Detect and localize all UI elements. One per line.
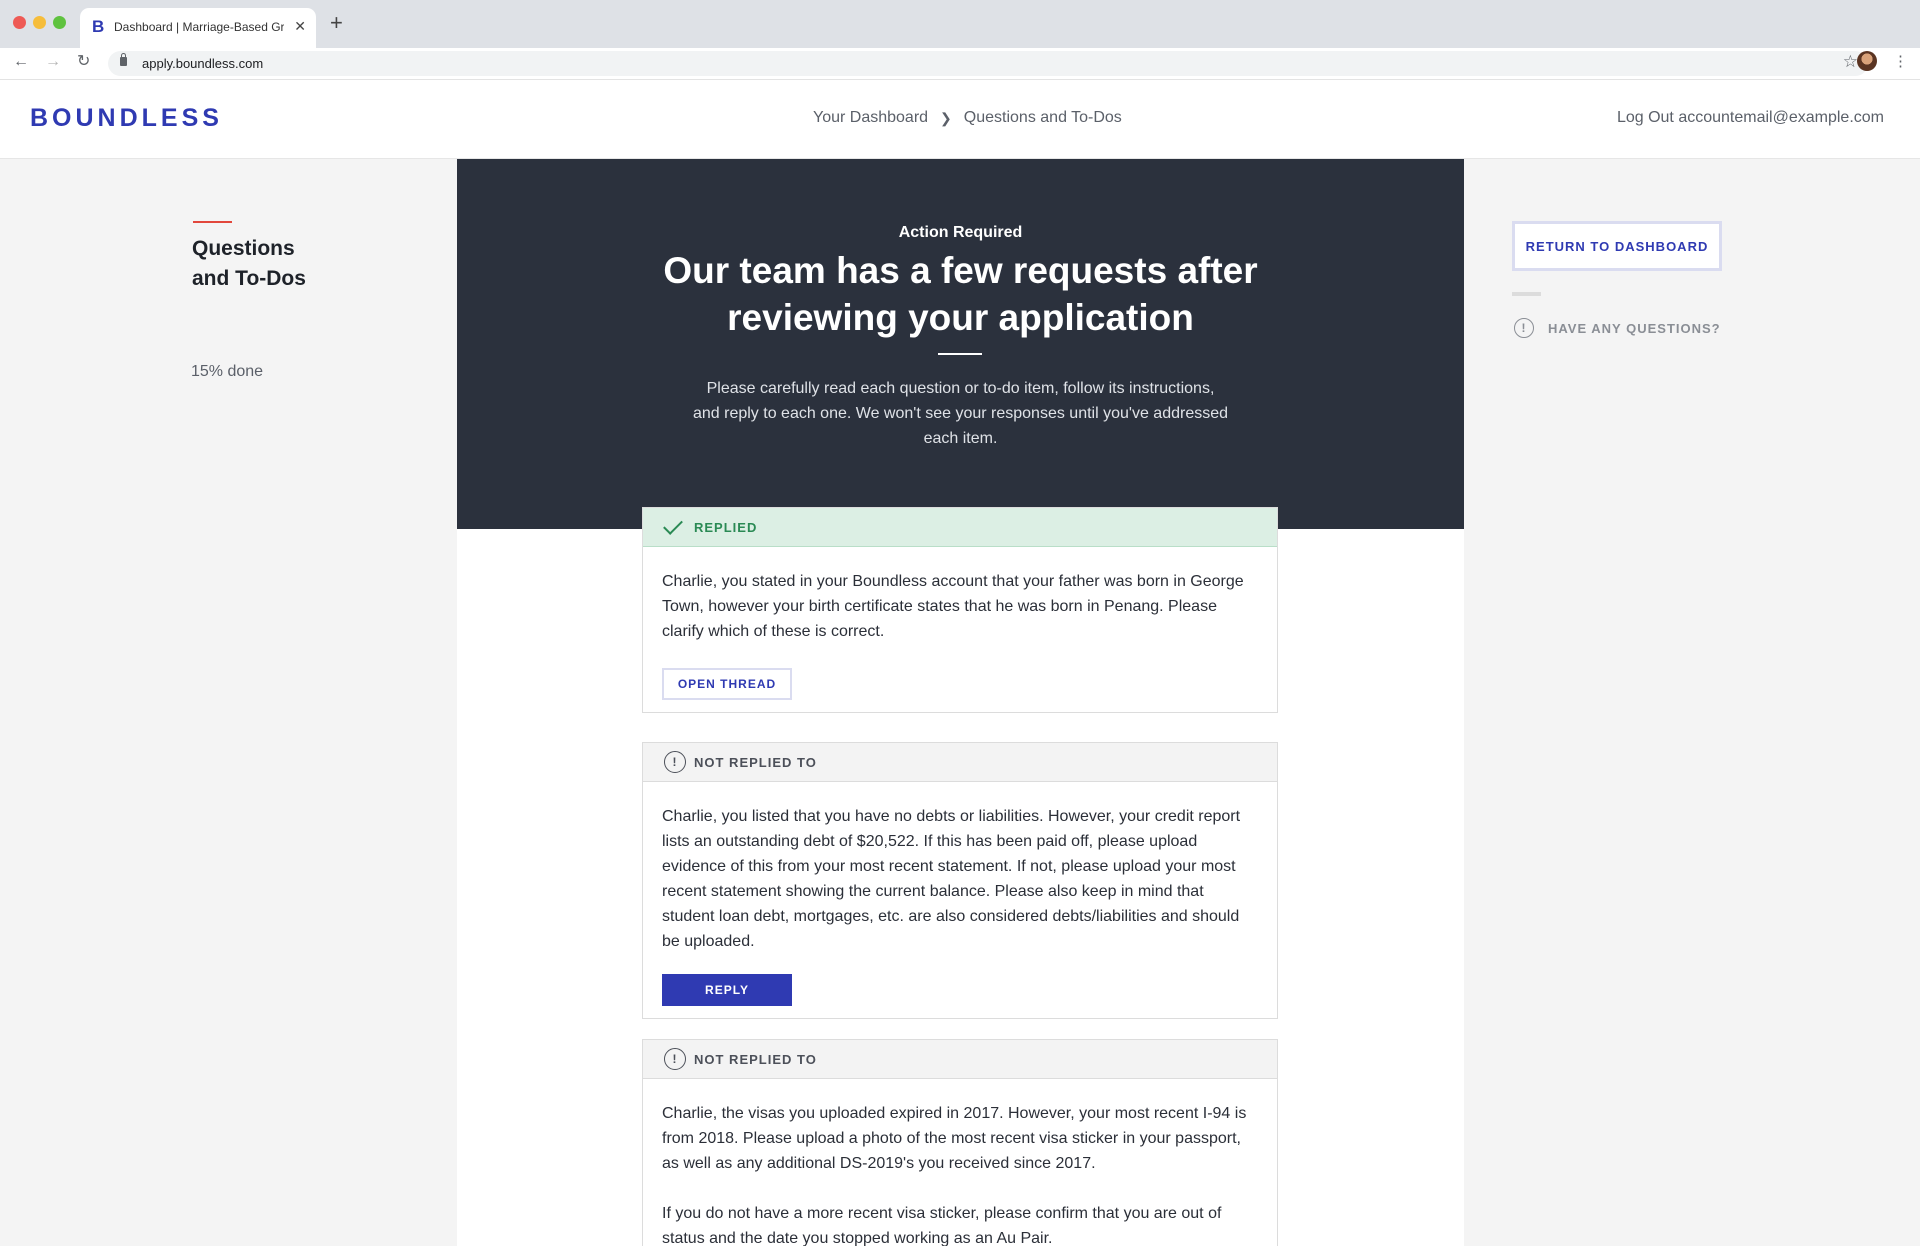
card-status-header: ! NOT REPLIED TO [643,743,1277,782]
return-to-dashboard-button[interactable]: RETURN TO DASHBOARD [1512,221,1722,271]
reply-button[interactable]: REPLY [662,974,792,1006]
alert-circle-icon: ! [664,1048,686,1070]
status-badge: REPLIED [694,519,758,535]
status-badge: NOT REPLIED TO [694,754,817,770]
chevron-right-icon: ❯ [940,109,952,126]
sidebar-title-line-1: Questions [192,237,295,260]
browser-tab-bar: B Dashboard | Marriage-Based Gre ✕ + [0,0,1920,48]
progress-text: 15% done [191,363,264,380]
hero-banner: Action Required Our team has a few reque… [457,159,1464,529]
breadcrumb: Your Dashboard ❯ Questions and To-Dos [813,109,1122,127]
close-tab-icon[interactable]: ✕ [294,18,306,35]
new-tab-icon[interactable]: + [330,12,343,34]
request-text: Charlie, you listed that you have no deb… [662,808,1241,950]
sidebar-title: Questions and To-Dos [192,234,392,294]
open-thread-button[interactable]: OPEN THREAD [662,668,792,700]
card-body: Charlie, you stated in your Boundless ac… [643,547,1277,700]
hero-kicker: Action Required [898,224,1023,241]
tab-title: Dashboard | Marriage-Based Gre [114,20,284,34]
browser-toolbar: ← → ↻ apply.boundless.com ☆ ⋮ [0,48,1920,80]
status-badge: NOT REPLIED TO [694,1051,817,1067]
boundless-logo[interactable]: BOUNDLESS [30,104,223,133]
card-body: Charlie, you listed that you have no deb… [643,782,1277,1006]
checkmark-icon [663,514,683,535]
request-text: Charlie, you stated in your Boundless ac… [662,573,1244,640]
request-card-not-replied: ! NOT REPLIED TO Charlie, you listed tha… [642,742,1278,1019]
logout-link[interactable]: Log Out [1617,109,1674,126]
request-card-not-replied: ! NOT REPLIED TO Charlie, the visas you … [642,1039,1278,1246]
back-arrow-icon[interactable]: ← [13,54,29,70]
request-text: Charlie, the visas you uploaded expired … [662,1105,1247,1172]
address-bar[interactable]: apply.boundless.com ☆ [108,51,1868,76]
accent-rule [193,221,232,223]
alert-circle-icon: ! [664,751,686,773]
card-body: Charlie, the visas you uploaded expired … [643,1079,1277,1246]
have-any-questions-label: HAVE ANY QUESTIONS? [1548,320,1721,336]
account-email: accountemail@example.com [1678,109,1884,126]
reload-icon[interactable]: ↻ [77,54,90,70]
breadcrumb-current: Questions and To-Dos [963,109,1122,126]
have-any-questions-link[interactable]: ! HAVE ANY QUESTIONS? [1514,318,1721,338]
card-status-header: REPLIED [643,508,1277,547]
minimize-window-button[interactable] [33,16,46,29]
browser-menu-icon[interactable]: ⋮ [1893,52,1908,70]
header-account: Log Out accountemail@example.com [1617,109,1884,127]
page-title: Our team has a few requests after review… [663,250,1258,338]
divider [1512,292,1541,296]
lock-icon [120,53,127,66]
hero-instructions: Please carefully read each question or t… [692,380,1229,447]
url-text: apply.boundless.com [142,56,264,71]
sidebar-title-line-2: and To-Dos [192,267,306,290]
browser-tab[interactable]: B Dashboard | Marriage-Based Gre ✕ [80,8,316,48]
profile-avatar[interactable] [1857,51,1877,71]
bookmark-star-icon[interactable]: ☆ [1843,52,1858,72]
close-window-button[interactable] [13,16,26,29]
boundless-favicon-icon: B [92,17,105,36]
app-header: BOUNDLESS Your Dashboard ❯ Questions and… [0,80,1920,159]
alert-circle-icon: ! [1514,318,1534,338]
forward-arrow-icon[interactable]: → [45,54,61,70]
maximize-window-button[interactable] [53,16,66,29]
request-text: If you do not have a more recent visa st… [662,1205,1222,1246]
card-status-header: ! NOT REPLIED TO [643,1040,1277,1079]
hero-divider [938,353,982,355]
breadcrumb-your-dashboard[interactable]: Your Dashboard [813,109,928,127]
request-card-replied: REPLIED Charlie, you stated in your Boun… [642,507,1278,713]
